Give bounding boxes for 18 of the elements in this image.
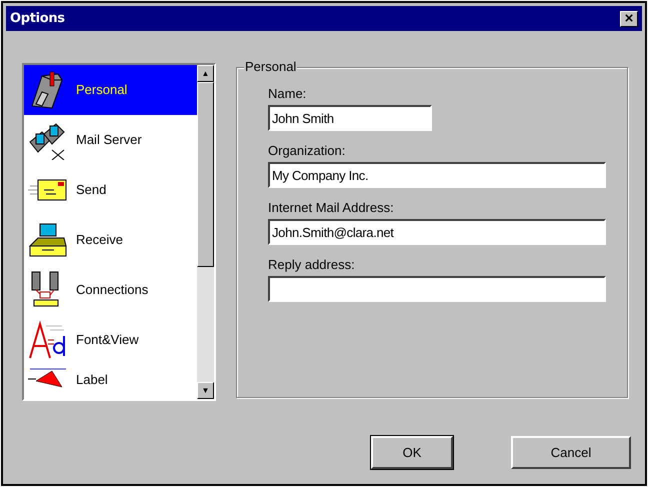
group-title: Personal — [244, 60, 298, 74]
category-item[interactable]: Personal — [24, 65, 197, 115]
text-field[interactable]: John Smith — [268, 105, 432, 131]
field-label: Organization: — [268, 143, 346, 159]
text-field[interactable] — [268, 276, 606, 302]
text-field[interactable]: My Company Inc. — [268, 162, 606, 188]
field-label: Reply address: — [268, 257, 356, 273]
dialog-button[interactable]: Cancel — [511, 436, 631, 469]
window-title: Options — [10, 10, 65, 28]
scroll-up-button[interactable]: ▲ — [197, 65, 214, 82]
dialog-button[interactable]: OK — [371, 436, 453, 469]
scroll-down-button[interactable]: ▼ — [197, 382, 214, 399]
scroll-thumb[interactable] — [197, 82, 214, 267]
text-field[interactable]: John.Smith@clara.net — [268, 219, 606, 245]
field-label: Name: — [268, 86, 308, 102]
font-icon — [28, 320, 68, 360]
field-label: Internet Mail Address: — [268, 200, 395, 216]
close-button[interactable]: × — [620, 10, 638, 26]
